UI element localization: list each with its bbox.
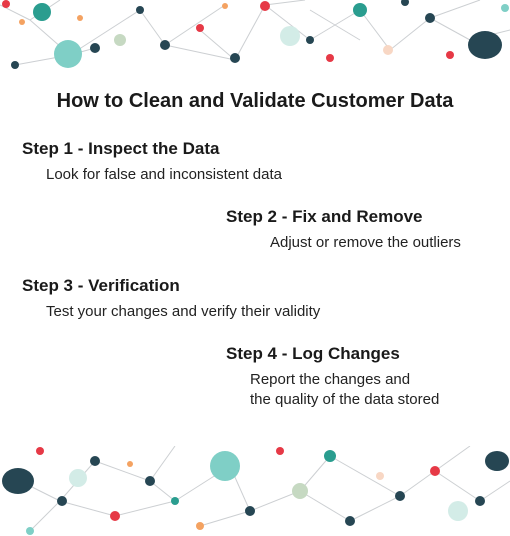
step-2-heading: Step 2 - Fix and Remove [0,207,510,227]
step-1-body: Look for false and inconsistent data [0,165,510,185]
step-1-heading: Step 1 - Inspect the Data [0,139,510,159]
step-4-body: Report the changes andthe quality of the… [0,370,500,411]
page-title: How to Clean and Validate Customer Data [0,90,510,113]
step-2: Step 2 - Fix and Remove Adjust or remove… [0,207,510,253]
step-1: Step 1 - Inspect the Data Look for false… [0,139,510,185]
step-4: Step 4 - Log Changes Report the changes … [0,344,510,411]
step-3-heading: Step 3 - Verification [0,276,510,296]
step-4-heading: Step 4 - Log Changes [0,344,510,364]
step-3-body: Test your changes and verify their valid… [0,302,510,322]
step-2-body: Adjust or remove the outliers [0,233,510,253]
step-3: Step 3 - Verification Test your changes … [0,276,510,322]
decorative-network-bottom [0,446,510,536]
